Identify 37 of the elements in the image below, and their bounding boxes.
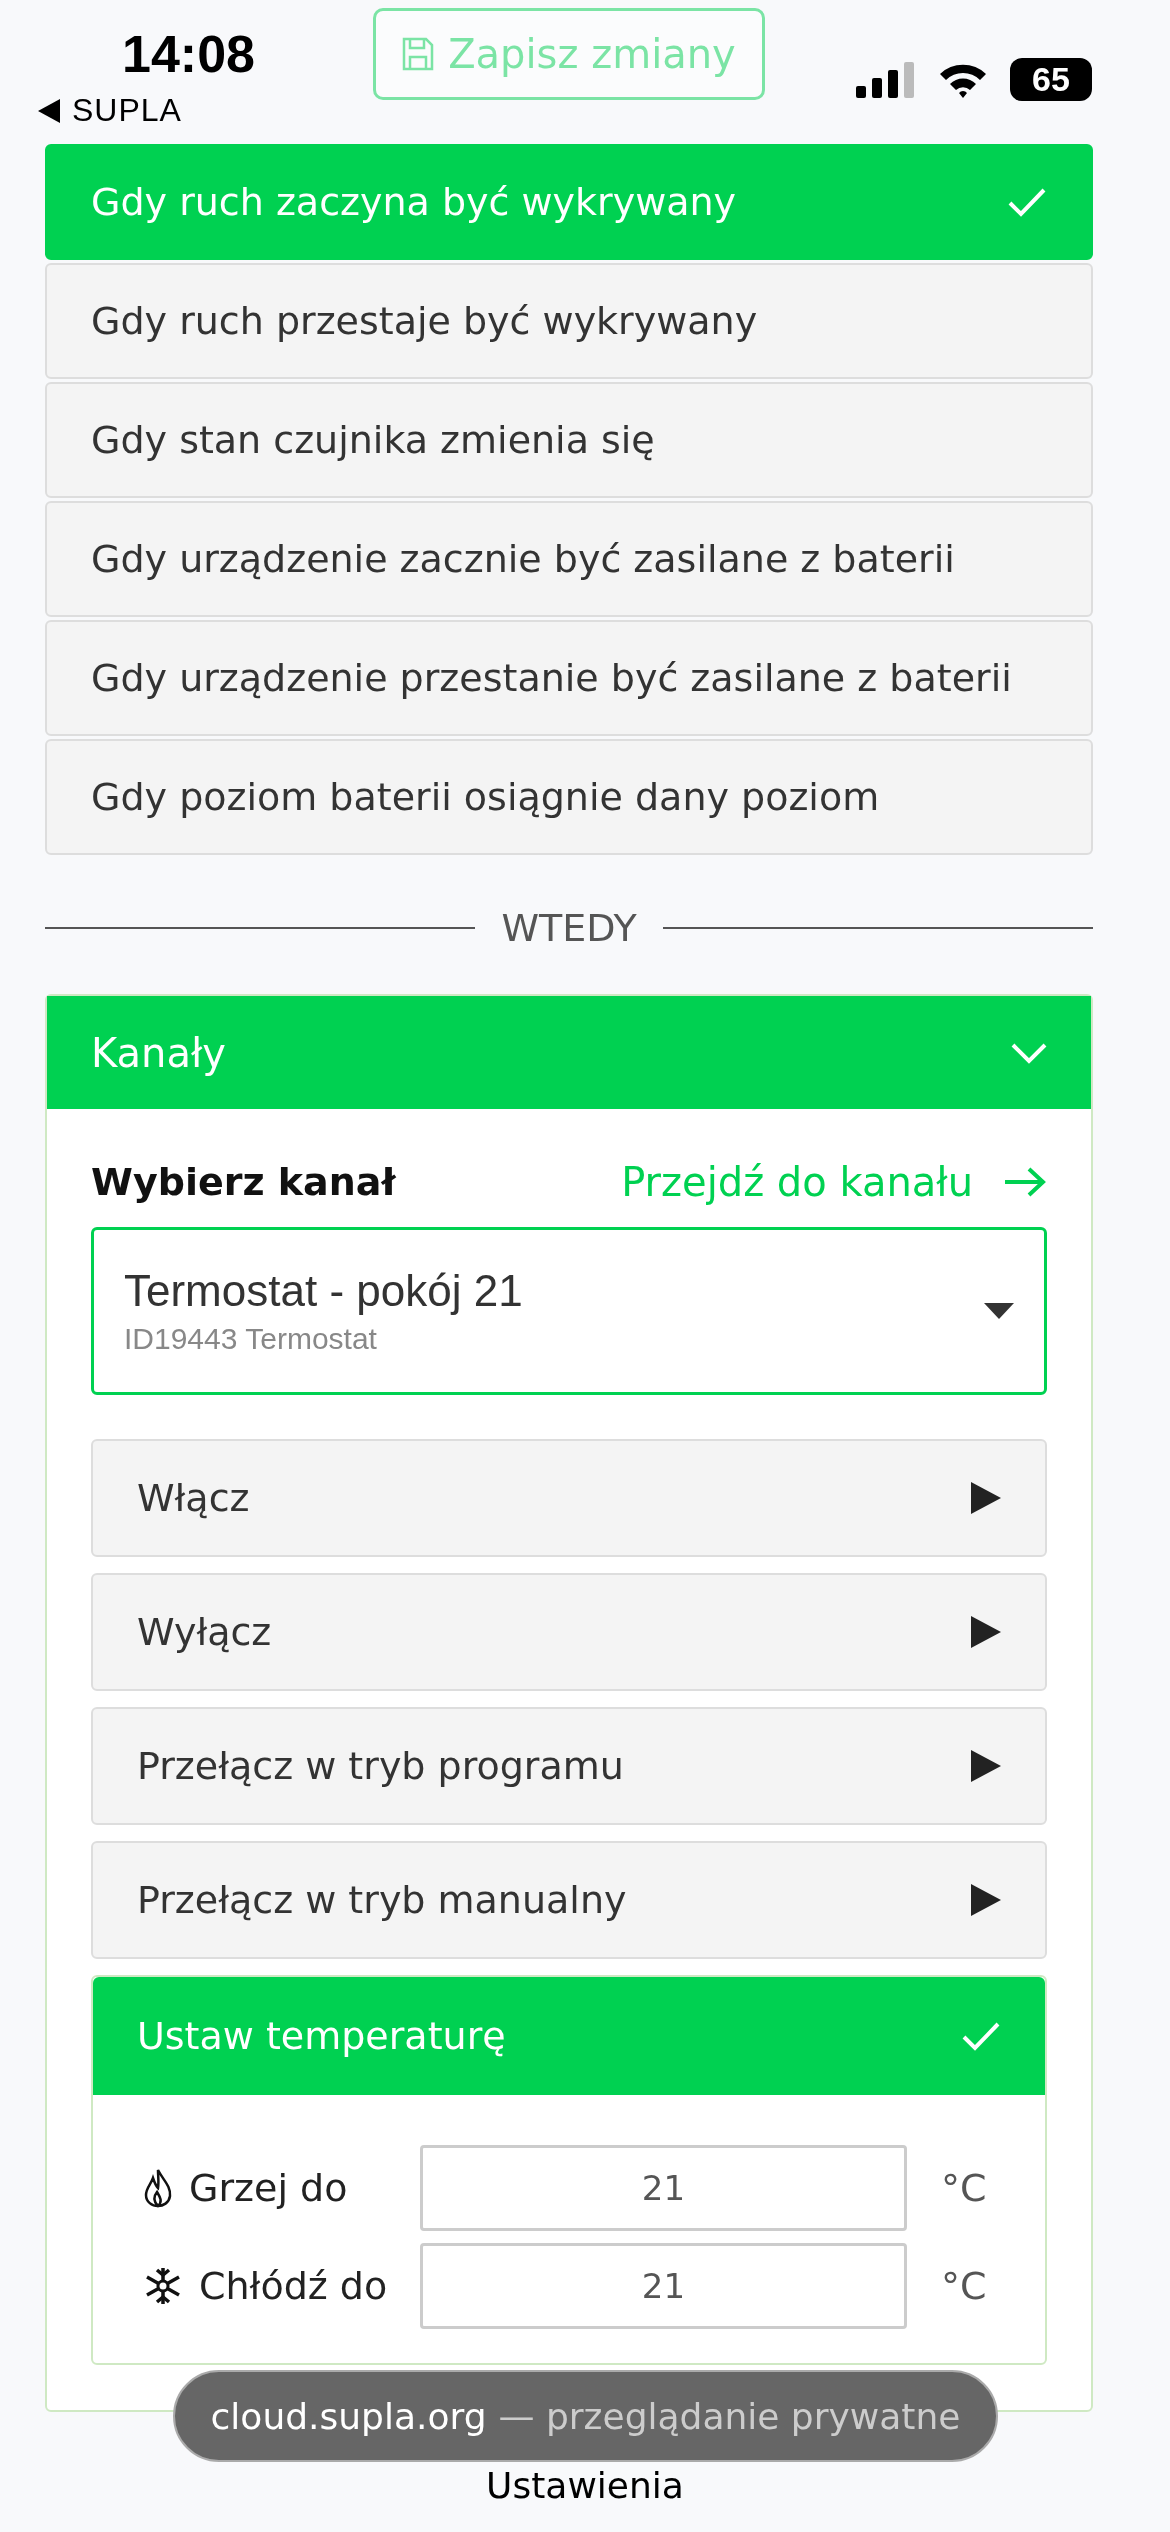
- back-app-label[interactable]: SUPLA: [72, 92, 182, 129]
- check-icon: [961, 2020, 1001, 2052]
- unit-label: °C: [941, 2264, 988, 2308]
- play-icon: [971, 1616, 1001, 1648]
- snowflake-icon: [143, 2266, 183, 2306]
- flame-icon: [143, 2168, 173, 2208]
- trigger-option[interactable]: Gdy stan czujnika zmienia się: [45, 382, 1093, 498]
- action-option[interactable]: Przełącz w tryb manualny: [91, 1841, 1047, 1959]
- temperature-input[interactable]: 21: [420, 2243, 907, 2329]
- chevron-icon: [1011, 1041, 1047, 1064]
- dropdown-caret-icon: [984, 1303, 1014, 1319]
- action-option[interactable]: Wyłącz: [91, 1573, 1047, 1691]
- back-triangle-icon[interactable]: [38, 98, 60, 123]
- battery-level: 65: [1010, 58, 1092, 101]
- play-icon: [971, 1750, 1001, 1782]
- clock-time: 14:08: [122, 24, 255, 84]
- play-icon: [971, 1482, 1001, 1514]
- check-icon: [1007, 186, 1047, 218]
- trigger-option[interactable]: Gdy urządzenie zacznie być zasilane z baterii: [45, 501, 1093, 617]
- section-divider-label: WTEDY: [501, 906, 637, 950]
- trigger-option[interactable]: Gdy ruch przestaje być wykrywany: [45, 263, 1093, 379]
- signal-icon: [856, 61, 916, 98]
- trigger-option[interactable]: Gdy poziom baterii osiągnie dany poziom: [45, 739, 1093, 855]
- field-label: Grzej do: [189, 2166, 348, 2210]
- panel-title: Kanały: [91, 1029, 226, 1076]
- trigger-option[interactable]: Gdy urządzenie przestanie być zasilane z baterii: [45, 620, 1093, 736]
- temperature-input[interactable]: 21: [420, 2145, 907, 2231]
- action-option[interactable]: Przełącz w tryb programu: [91, 1707, 1047, 1825]
- unit-label: °C: [941, 2166, 988, 2210]
- browser-toast: cloud.supla.org — przeglądanie prywatne: [173, 2370, 998, 2462]
- arrow-right-icon: [1003, 1166, 1047, 1198]
- field-label: Chłódź do: [199, 2264, 388, 2308]
- section-heading: Ustawienia: [485, 2468, 685, 2504]
- channel-select[interactable]: Termostat - pokój 21 ID19443 Termostat: [91, 1227, 1047, 1395]
- field-label: Wybierz kanał: [91, 1160, 396, 1204]
- action-option[interactable]: Włącz: [91, 1439, 1047, 1557]
- play-icon: [971, 1884, 1001, 1916]
